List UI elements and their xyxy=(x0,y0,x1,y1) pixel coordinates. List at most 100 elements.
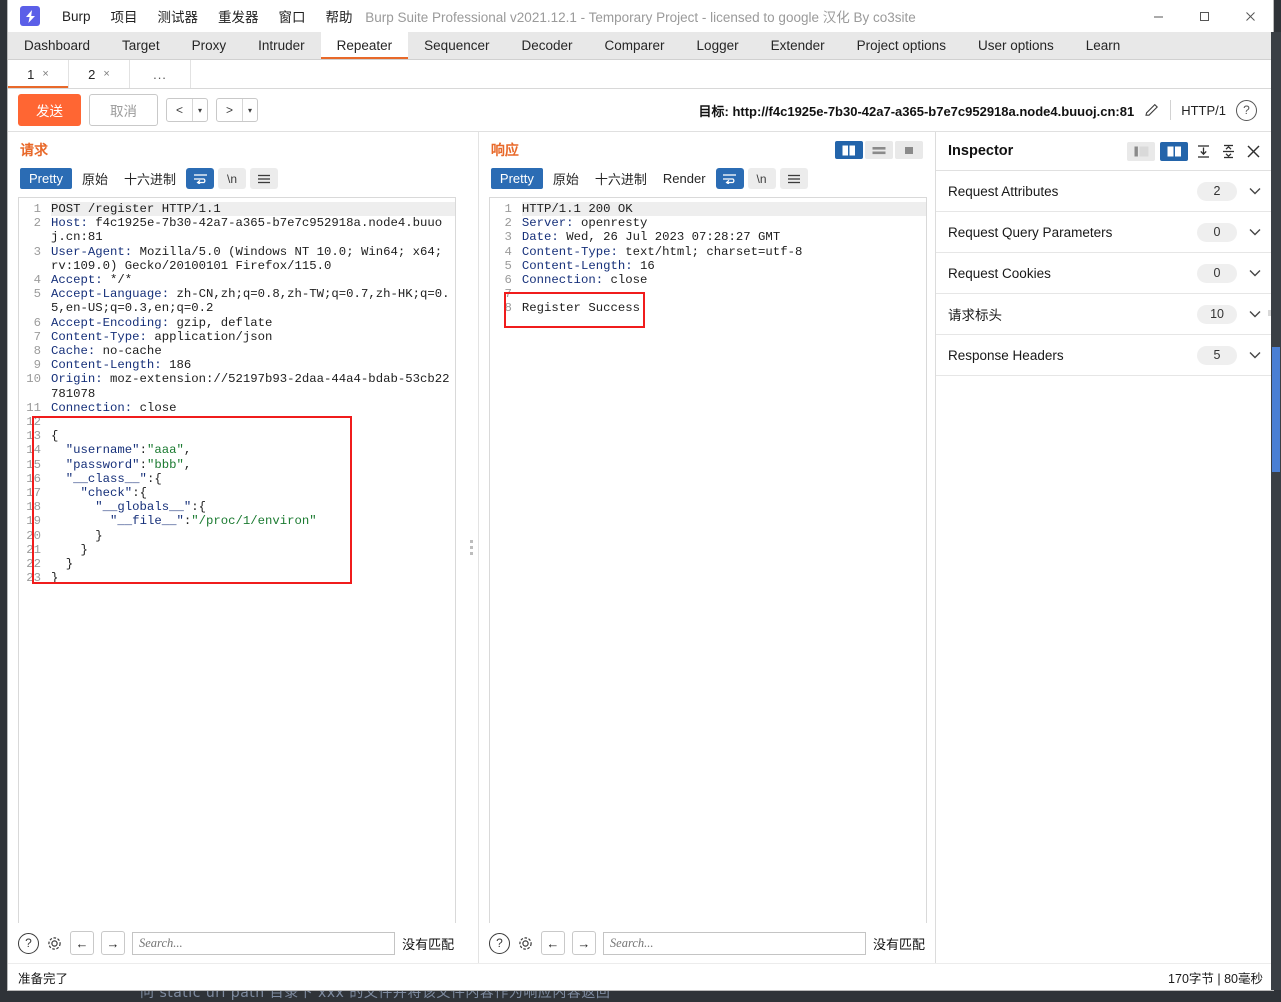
layout-split-horizontal-icon[interactable] xyxy=(865,141,894,159)
menu-burp[interactable]: Burp xyxy=(52,5,101,28)
tab-user-options[interactable]: User options xyxy=(962,32,1070,59)
inspector-collapse-all-icon[interactable] xyxy=(1218,141,1238,161)
repeater-tab-more[interactable]: ... xyxy=(130,60,191,88)
cancel-button[interactable]: 取消 xyxy=(89,94,158,126)
tab-repeater[interactable]: Repeater xyxy=(320,32,409,59)
status-bar: 准备完了 170字节 | 80毫秒 xyxy=(8,963,1273,990)
layout-split-vertical-icon[interactable] xyxy=(835,141,864,159)
chevron-down-icon[interactable] xyxy=(1237,351,1261,359)
inspector-section-request-headers[interactable]: 请求标头 10 xyxy=(936,294,1273,335)
tab-comparer[interactable]: Comparer xyxy=(589,32,681,59)
line-number: 3 xyxy=(33,244,41,259)
line-number: 22 xyxy=(26,557,41,572)
response-tab-hex[interactable]: 十六进制 xyxy=(589,166,653,191)
menu-window[interactable]: 窗口 xyxy=(269,2,316,30)
request-wrap-icon[interactable] xyxy=(186,168,214,189)
line-number: 20 xyxy=(26,528,41,543)
http-version-label[interactable]: HTTP/1 xyxy=(1181,103,1226,118)
tab-target[interactable]: Target xyxy=(106,32,176,59)
edit-target-pencil-icon[interactable] xyxy=(1144,102,1160,118)
back-button-group[interactable]: < ▾ xyxy=(166,98,209,122)
menu-bar: Burp 项目 测试器 重发器 窗口 帮助 xyxy=(52,2,363,30)
inspector-panel-right-icon[interactable] xyxy=(1160,141,1189,161)
request-search-input[interactable] xyxy=(132,931,396,955)
page-scrollbar[interactable] xyxy=(1271,32,1281,990)
repeater-tab-1[interactable]: 1 × xyxy=(8,60,69,88)
chevron-down-icon[interactable] xyxy=(1237,269,1261,277)
response-tab-raw[interactable]: 原始 xyxy=(547,166,585,191)
back-dropdown-caret-icon[interactable]: ▾ xyxy=(193,99,207,121)
back-button[interactable]: < xyxy=(167,99,192,121)
request-tab-pretty[interactable]: Pretty xyxy=(20,168,72,189)
request-match-status: 没有匹配 xyxy=(402,936,455,952)
request-settings-gear-icon[interactable] xyxy=(46,935,63,952)
forward-dropdown-caret-icon[interactable]: ▾ xyxy=(243,99,257,121)
request-help-icon[interactable]: ? xyxy=(18,932,39,954)
request-newline-icon[interactable]: \n xyxy=(218,168,246,189)
menu-help[interactable]: 帮助 xyxy=(316,2,363,30)
tab-proxy[interactable]: Proxy xyxy=(176,32,243,59)
request-search-next-button[interactable]: → xyxy=(101,931,125,955)
request-menu-icon[interactable] xyxy=(250,168,278,189)
inspector-panel-left-icon[interactable] xyxy=(1127,141,1156,161)
response-tab-render[interactable]: Render xyxy=(657,168,712,189)
response-tab-pretty[interactable]: Pretty xyxy=(490,168,543,189)
inspector-close-icon[interactable] xyxy=(1243,141,1263,161)
page-scrollbar-thumb[interactable] xyxy=(1272,347,1280,472)
menu-project[interactable]: 项目 xyxy=(101,2,148,30)
repeater-tab-2-close-icon[interactable]: × xyxy=(103,68,109,80)
send-button[interactable]: 发送 xyxy=(18,94,81,126)
action-bar: 发送 取消 < ▾ > ▾ 目标: http://f4c1925e-7b30-4… xyxy=(8,89,1273,131)
request-editor[interactable]: 1 2 3 4 5 6 7 8 9 10 11 12 13 14 15 16 17 18 19 20 21 22 23 PO… xyxy=(18,197,457,923)
request-code[interactable]: POST /register HTTP/1.1 Host: f4c1925e-7b… xyxy=(45,198,456,585)
inspector-title: Inspector xyxy=(948,143,1014,159)
request-search-bar: ? ← → 没有匹配 xyxy=(8,923,465,963)
repeater-tab-1-close-icon[interactable]: × xyxy=(42,68,48,80)
request-search-prev-button[interactable]: ← xyxy=(70,931,94,955)
response-search-next-button[interactable]: → xyxy=(571,931,596,955)
repeater-tab-2[interactable]: 2 × xyxy=(69,60,130,88)
forward-button[interactable]: > xyxy=(217,99,242,121)
response-newline-icon[interactable]: \n xyxy=(747,168,776,189)
tab-logger[interactable]: Logger xyxy=(681,32,755,59)
menu-intruder[interactable]: 测试器 xyxy=(148,2,209,30)
menu-repeater[interactable]: 重发器 xyxy=(208,2,269,30)
request-tab-hex[interactable]: 十六进制 xyxy=(118,166,182,191)
tab-extender[interactable]: Extender xyxy=(755,32,841,59)
inspector-section-request-query-parameters[interactable]: Request Query Parameters 0 xyxy=(936,212,1273,253)
request-pane: 请求 Pretty 原始 十六进制 \n 1 2 3 4 5 6 7 8 9 10 11 12 13 14… xyxy=(8,132,465,963)
tab-dashboard[interactable]: Dashboard xyxy=(8,32,106,59)
pane-drag-handle[interactable] xyxy=(464,132,478,963)
tab-intruder[interactable]: Intruder xyxy=(242,32,321,59)
response-wrap-icon[interactable] xyxy=(715,168,744,189)
chevron-down-icon[interactable] xyxy=(1237,310,1261,318)
response-editor[interactable]: 12345678 HTTP/1.1 200 OK Server: openrest… xyxy=(488,197,928,923)
response-search-input[interactable] xyxy=(602,931,866,955)
layout-single-icon[interactable] xyxy=(895,141,924,159)
tab-project-options[interactable]: Project options xyxy=(841,32,962,59)
request-tab-raw[interactable]: 原始 xyxy=(76,166,114,191)
help-icon[interactable]: ? xyxy=(1236,99,1257,121)
response-code[interactable]: HTTP/1.1 200 OK Server: openresty Date: We… xyxy=(516,198,927,316)
forward-button-group[interactable]: > ▾ xyxy=(216,98,259,122)
response-menu-icon[interactable] xyxy=(779,168,808,189)
request-line-numbers: 1 2 3 4 5 6 7 8 9 10 11 12 13 14 15 16 17 18 19 20 21 22 23 xyxy=(19,198,45,586)
response-search-prev-button[interactable]: ← xyxy=(540,931,565,955)
inspector-section-request-attributes[interactable]: Request Attributes 2 xyxy=(936,171,1273,212)
inspector-expand-all-icon[interactable] xyxy=(1193,141,1213,161)
response-help-icon[interactable]: ? xyxy=(488,932,510,954)
chevron-down-icon[interactable] xyxy=(1237,187,1261,195)
inspector-section-request-cookies[interactable]: Request Cookies 0 xyxy=(936,253,1273,294)
tab-learn[interactable]: Learn xyxy=(1070,32,1137,59)
tab-decoder[interactable]: Decoder xyxy=(505,32,588,59)
repeater-tab-bar: 1 × 2 × ... xyxy=(8,60,1273,89)
inspector-section-response-headers[interactable]: Response Headers 5 xyxy=(936,335,1273,376)
close-button[interactable] xyxy=(1227,0,1273,32)
response-settings-gear-icon[interactable] xyxy=(517,935,534,952)
response-pane-title: 响应 xyxy=(490,142,519,158)
tab-sequencer[interactable]: Sequencer xyxy=(408,32,505,59)
minimize-button[interactable] xyxy=(1135,0,1181,32)
maximize-button[interactable] xyxy=(1181,0,1227,32)
chevron-down-icon[interactable] xyxy=(1237,228,1261,236)
